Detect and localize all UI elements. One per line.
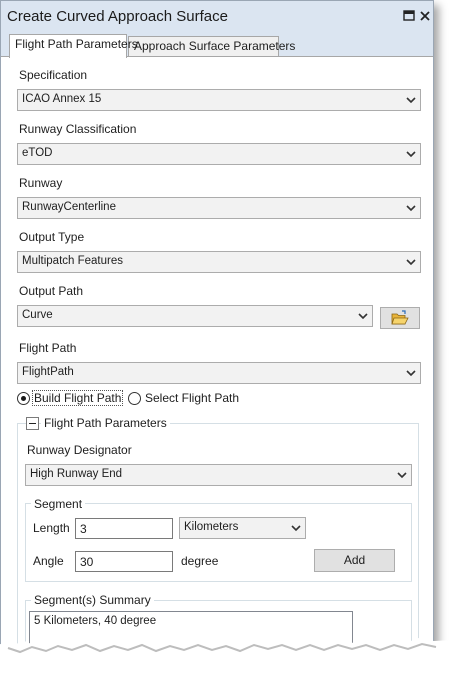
runway-classification-label: Runway Classification: [19, 122, 137, 136]
build-flight-path-label[interactable]: Build Flight Path: [32, 390, 124, 406]
chevron-down-icon: [406, 205, 416, 212]
open-folder-icon: [391, 310, 409, 325]
tool-window: Create Curved Approach Surface Flight Pa…: [0, 0, 434, 674]
chevron-down-icon: [406, 151, 416, 158]
specification-dropdown[interactable]: ICAO Annex 15: [17, 89, 421, 111]
angle-label: Angle: [33, 554, 64, 568]
runway-dropdown[interactable]: RunwayCenterline: [17, 197, 421, 219]
runway-designator-label: Runway Designator: [27, 443, 132, 457]
window-title: Create Curved Approach Surface: [7, 8, 228, 25]
length-unit-value: Kilometers: [184, 521, 239, 533]
runway-label: Runway: [19, 176, 63, 190]
output-type-label: Output Type: [19, 230, 85, 244]
flight-path-dropdown[interactable]: FlightPath: [17, 362, 421, 384]
build-flight-path-radio[interactable]: [17, 392, 30, 405]
specification-label: Specification: [19, 68, 88, 82]
title-bar: Create Curved Approach Surface: [1, 1, 433, 33]
runway-designator-value: High Runway End: [30, 468, 123, 480]
output-type-dropdown[interactable]: Multipatch Features: [17, 251, 421, 273]
tab-strip: Flight Path Parameters Approach Surface …: [1, 33, 433, 58]
flight-path-value: FlightPath: [22, 366, 74, 378]
browse-button[interactable]: [380, 307, 420, 329]
runway-classification-dropdown[interactable]: eTOD: [17, 143, 421, 165]
chevron-down-icon: [358, 313, 368, 320]
output-path-dropdown[interactable]: Curve: [17, 305, 373, 327]
length-input[interactable]: 3: [75, 518, 173, 539]
collapse-icon[interactable]: [26, 417, 39, 430]
tab-label: Approach Surface Parameters: [134, 39, 296, 53]
length-label: Length: [33, 521, 70, 535]
chevron-down-icon: [406, 370, 416, 377]
chevron-down-icon: [291, 525, 301, 532]
runway-designator-dropdown[interactable]: High Runway End: [25, 464, 412, 486]
tab-flight-path-parameters[interactable]: Flight Path Parameters: [9, 34, 138, 58]
flight-path-parameters-title: Flight Path Parameters: [41, 416, 170, 430]
chevron-down-icon: [406, 97, 416, 104]
specification-value: ICAO Annex 15: [22, 93, 102, 105]
runway-classification-value: eTOD: [22, 147, 53, 159]
add-button-label: Add: [343, 553, 366, 567]
tab-content: Specification ICAO Annex 15 Runway Class…: [1, 56, 433, 673]
segment-title: Segment: [31, 497, 86, 511]
select-flight-path-label[interactable]: Select Flight Path: [145, 391, 239, 405]
radio-selected-dot: [21, 396, 26, 401]
select-flight-path-radio[interactable]: [128, 392, 141, 405]
length-value: 3: [80, 522, 87, 536]
runway-value: RunwayCenterline: [22, 201, 116, 213]
tab-approach-surface-parameters[interactable]: Approach Surface Parameters: [128, 36, 295, 56]
output-path-value: Curve: [22, 309, 53, 321]
length-unit-dropdown[interactable]: Kilometers: [179, 517, 306, 539]
torn-edge: [0, 637, 453, 674]
flight-path-label: Flight Path: [19, 341, 77, 355]
pin-icon[interactable]: [402, 9, 416, 23]
segment-summary-title: Segment(s) Summary: [31, 593, 154, 607]
list-item[interactable]: 5 Kilometers, 40 degree: [34, 615, 156, 627]
tab-label: Flight Path Parameters: [15, 37, 138, 51]
output-type-value: Multipatch Features: [22, 255, 123, 267]
chevron-down-icon: [406, 259, 416, 266]
angle-unit-label: degree: [181, 554, 219, 568]
angle-value: 30: [80, 555, 94, 569]
chevron-down-icon: [397, 472, 407, 479]
add-segment-button[interactable]: Add: [314, 549, 395, 572]
output-path-label: Output Path: [19, 284, 84, 298]
close-icon[interactable]: [418, 9, 432, 23]
angle-input[interactable]: 30: [75, 551, 173, 572]
